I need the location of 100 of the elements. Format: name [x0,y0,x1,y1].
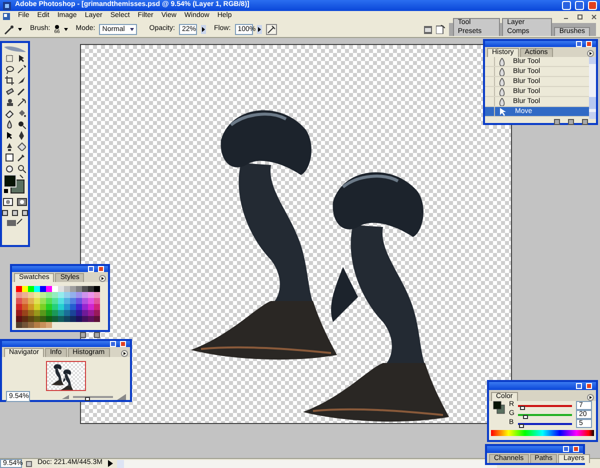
color-swatch[interactable] [76,292,82,298]
arrow-right-icon[interactable] [108,460,113,467]
zoom-in-icon[interactable] [117,394,126,400]
color-swatch[interactable] [70,292,76,298]
color-swatch[interactable] [88,292,94,298]
restore-button[interactable] [575,1,584,10]
spectrum-bar[interactable] [491,430,594,436]
stamp-icon[interactable] [4,98,14,107]
color-swatch[interactable] [94,310,100,316]
color-swatch[interactable] [52,286,58,292]
standard-mode-icon[interactable] [3,198,13,206]
color-swatch[interactable] [40,316,46,322]
brush-icon[interactable] [4,24,14,34]
color-swatch[interactable] [28,286,34,292]
color-swatch[interactable] [46,286,52,292]
scrollbar[interactable] [117,460,497,468]
wand-icon[interactable] [16,65,26,74]
color-swatch[interactable] [76,304,82,310]
color-swatch[interactable] [94,316,100,322]
color-swatch[interactable] [40,322,46,328]
color-swatch[interactable] [28,298,34,304]
eraser-icon[interactable] [4,109,14,118]
color-swatch[interactable] [82,316,88,322]
color-swatch[interactable] [58,304,64,310]
arrow-right-icon[interactable] [256,25,262,34]
color-swatch[interactable] [46,298,52,304]
color-swatch[interactable] [16,304,22,310]
color-swatch[interactable] [94,286,100,292]
color-swatch[interactable] [64,286,70,292]
channel-slider-thumb[interactable] [518,424,524,428]
color-swatch[interactable] [52,298,58,304]
color-swatch[interactable] [28,316,34,322]
color-swatch[interactable] [34,286,40,292]
crop-icon[interactable] [4,76,14,85]
color-swatch[interactable] [70,304,76,310]
color-swatch[interactable] [76,298,82,304]
caret-icon[interactable] [18,28,22,31]
bandage-icon[interactable] [4,87,14,96]
channel-slider-thumb[interactable] [520,406,525,410]
color-swatch[interactable] [88,286,94,292]
color-swatch[interactable] [34,322,40,328]
color-swatch[interactable] [64,310,70,316]
palette-menu-icon[interactable] [587,50,594,58]
color-swatch[interactable] [88,316,94,322]
bucket-icon[interactable] [16,109,26,118]
color-swatch[interactable] [52,310,58,316]
color-swatch[interactable] [16,298,22,304]
arrow-right-icon[interactable] [200,25,206,34]
color-swatch[interactable] [22,322,28,328]
color-swatch[interactable] [22,304,28,310]
color-swatch[interactable] [88,310,94,316]
color-swatch[interactable] [82,292,88,298]
minimize-button[interactable] [562,1,571,10]
color-swatch[interactable] [70,298,76,304]
color-swatch[interactable] [28,304,34,310]
color-swatches-icon[interactable] [3,174,27,194]
color-swatch[interactable] [22,316,28,322]
color-swatch[interactable] [82,286,88,292]
zoom-out-icon[interactable] [62,394,69,400]
channel-slider-thumb[interactable] [523,414,528,418]
color-swatch[interactable] [16,286,22,292]
file-browser-icon[interactable] [424,26,432,34]
color-swatch[interactable] [16,310,22,316]
color-swatch[interactable] [58,298,64,304]
color-swatch[interactable] [76,316,82,322]
scrollbar[interactable] [589,57,596,120]
palette-toggle-icon[interactable] [436,25,445,34]
color-swatch[interactable] [16,322,22,328]
minimize-button[interactable] [88,266,94,272]
drop-icon[interactable] [4,120,14,129]
color-swatch[interactable] [40,298,46,304]
minimize-button[interactable] [563,446,569,452]
color-swatch[interactable] [58,310,64,316]
color-swatch[interactable] [22,310,28,316]
color-swatch[interactable] [64,304,70,310]
color-swatch[interactable] [28,322,34,328]
color-swatch[interactable] [34,304,40,310]
history-brush-icon[interactable] [16,98,26,107]
color-swatch[interactable] [52,316,58,322]
pointer-icon[interactable] [4,131,14,140]
color-swatch[interactable] [40,286,46,292]
color-swatch[interactable] [58,316,64,322]
color-swatch[interactable] [40,310,46,316]
shape-icon[interactable] [16,142,26,151]
color-swatch[interactable] [22,286,28,292]
color-swatch[interactable] [34,310,40,316]
color-swatch[interactable] [94,304,100,310]
close-button[interactable] [573,446,579,452]
airbrush-icon[interactable] [266,24,277,35]
palette-menu-icon[interactable] [587,394,594,401]
loop-icon[interactable] [4,65,14,74]
minimize-button[interactable] [576,383,582,389]
note-icon[interactable] [4,153,14,162]
color-swatch[interactable] [34,292,40,298]
color-swatch[interactable] [88,298,94,304]
color-swatch[interactable] [76,310,82,316]
eyedropper-icon[interactable] [16,153,26,162]
color-swatch[interactable] [34,298,40,304]
color-swatches-icon[interactable] [493,401,505,414]
color-swatch[interactable] [52,304,58,310]
